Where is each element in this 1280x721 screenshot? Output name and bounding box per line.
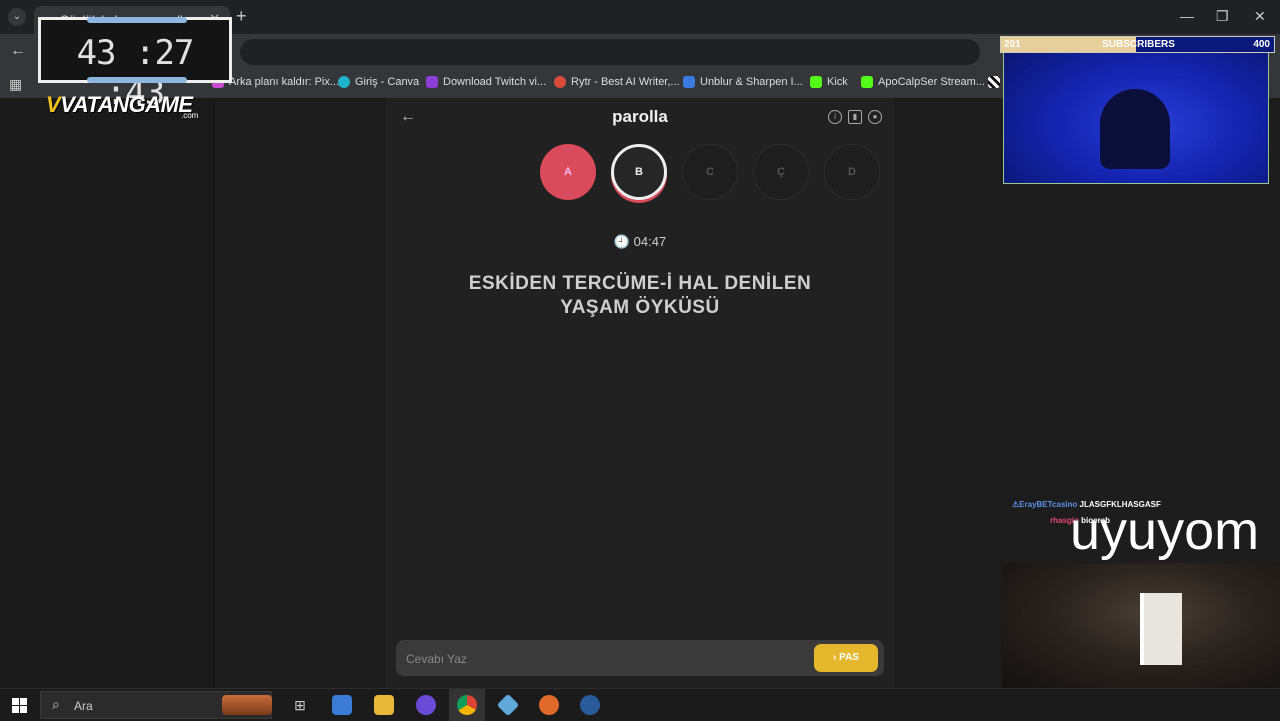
kick-icon — [861, 76, 873, 88]
canva-icon — [338, 76, 350, 88]
steam-icon[interactable] — [580, 695, 600, 715]
new-tab-button[interactable]: + — [236, 6, 247, 27]
checker-icon — [988, 76, 1000, 88]
chat-user: ⚠ErayBETcasino — [1012, 500, 1078, 509]
bookmark-overflow-icon[interactable] — [988, 76, 1000, 88]
info-icon[interactable]: i — [828, 110, 842, 124]
room-camera — [1002, 563, 1280, 688]
bookmark-item[interactable]: Giriş - Canva — [338, 76, 419, 88]
stream-clock: 43 :27 :43 — [38, 17, 232, 113]
bookmark-label: Kick — [827, 76, 848, 88]
clock-accent — [87, 77, 187, 83]
bookmark-label: Download Twitch vi... — [443, 76, 547, 88]
bookmark-label: Arka planı kaldır: Pix... — [229, 76, 340, 88]
close-window-button[interactable]: ✕ — [1254, 8, 1266, 25]
streamer-webcam — [1003, 36, 1269, 184]
letter-d: D — [824, 144, 880, 200]
clock-accent — [87, 17, 187, 23]
windows-taskbar: ⌕ Ara ⊞ — [0, 688, 1280, 721]
chrome-icon[interactable] — [457, 695, 477, 715]
chat-username: ErayBETcasino — [1019, 500, 1078, 509]
bookmark-item[interactable]: Download Twitch vi... — [426, 76, 546, 88]
bookmark-label: Giriş - Canva — [355, 76, 420, 88]
bookmark-item[interactable]: Unblur & Sharpen I... — [683, 76, 803, 88]
letter-a: A — [540, 144, 596, 200]
bookmark-item[interactable]: Kick — [810, 76, 848, 88]
weather-widget-icon[interactable] — [222, 695, 272, 715]
clock-icon: 🕘 — [613, 234, 630, 249]
windows-start-icon[interactable] — [12, 698, 27, 713]
subs-max: 400 — [1253, 39, 1270, 50]
bookmark-label: Unblur & Sharpen I... — [700, 76, 803, 88]
store-icon[interactable] — [332, 695, 352, 715]
question-line: ESKİDEN TERCÜME-İ HAL DENİLEN — [468, 273, 812, 294]
subs-label: SUBSCRIBERS — [1102, 39, 1175, 50]
letter-cc: Ç — [753, 144, 809, 200]
browser-back-icon[interactable]: ← — [10, 42, 26, 60]
timer-value: 04:47 — [633, 234, 667, 249]
tab-search-chevron-icon[interactable]: ⌄ — [8, 8, 26, 26]
answer-bar: › PAS — [396, 640, 884, 676]
app-icon[interactable] — [496, 693, 520, 717]
letter-c: C — [682, 144, 738, 200]
address-bar[interactable] — [240, 39, 980, 65]
letter-b: B — [611, 144, 667, 200]
game-toolbar: i ▮ ● — [828, 110, 882, 124]
bookmark-label: Rytr - Best AI Writer,... — [571, 76, 680, 88]
file-explorer-icon[interactable] — [374, 695, 394, 715]
streamer-silhouette — [1100, 89, 1170, 169]
rytr-icon — [554, 76, 566, 88]
logo-mark-icon: V — [46, 92, 61, 117]
pass-label: PAS — [839, 652, 859, 663]
pass-button[interactable]: › PAS — [814, 644, 878, 672]
brand-text: VATANGAME — [60, 92, 193, 117]
search-label: Ara — [74, 699, 93, 713]
bookmark-item[interactable]: Rytr - Best AI Writer,... — [554, 76, 680, 88]
answer-input[interactable] — [404, 648, 808, 670]
parolla-game: ← parolla i ▮ ● A B C Ç D 🕘 04:47 ESKİDE… — [386, 98, 894, 688]
game-title: parolla — [612, 107, 668, 126]
subscriber-goal-bar: 201 SUBSCRIBERS 400 — [1000, 36, 1275, 53]
vatangame-logo: VVATANGAME — [46, 92, 193, 118]
question-line: YAŞAM ÖYKÜSÜ — [560, 297, 720, 318]
messenger-icon[interactable] — [416, 695, 436, 715]
left-panel — [0, 98, 214, 688]
maximize-button[interactable]: ❐ — [1216, 8, 1229, 25]
question-text: ESKİDEN TERCÜME-İ HAL DENİLEN YAŞAM ÖYKÜ… — [426, 272, 854, 320]
stats-icon[interactable]: ▮ — [848, 110, 862, 124]
chevron-right-icon: › — [833, 652, 837, 663]
kick-icon — [810, 76, 822, 88]
door-image — [1140, 593, 1182, 665]
bookmark-item[interactable]: ApoCalpSer Stream... — [861, 76, 985, 88]
profile-icon[interactable]: ● — [868, 110, 882, 124]
minimize-button[interactable]: — — [1180, 8, 1194, 24]
bookmark-label: ApoCalpSer Stream... — [878, 76, 985, 88]
microphone-icon[interactable] — [539, 695, 559, 715]
search-icon: ⌕ — [52, 696, 60, 712]
status-overlay-text: uyuyom — [1070, 501, 1260, 561]
unblur-icon — [683, 76, 695, 88]
task-view-icon[interactable]: ⊞ — [290, 695, 310, 715]
apps-grid-icon[interactable]: ▦ — [9, 76, 22, 93]
game-timer: 🕘 04:47 — [386, 234, 894, 250]
brand-sub: .com — [181, 111, 199, 120]
twitch-icon — [426, 76, 438, 88]
letter-wheel: A B C Ç D — [540, 144, 880, 200]
